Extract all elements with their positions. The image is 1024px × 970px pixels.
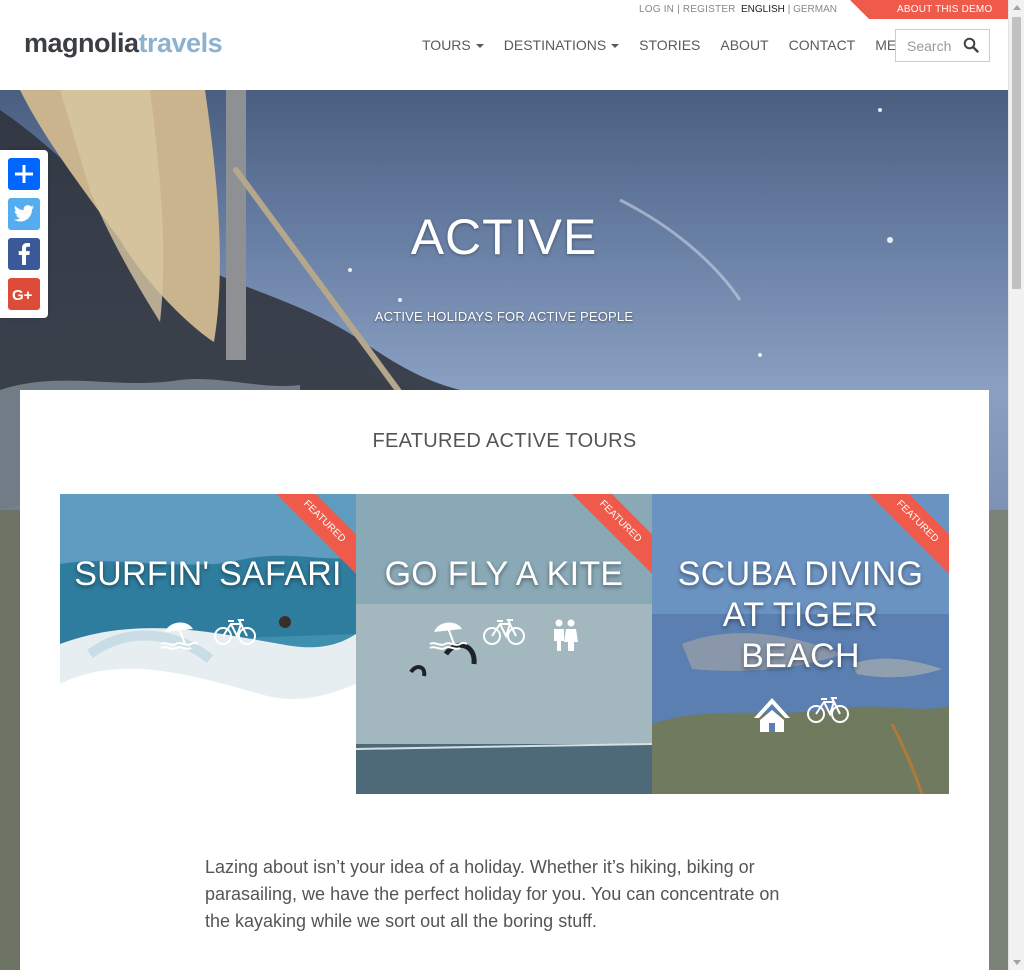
section-title: FEATURED ACTIVE TOURS: [372, 430, 637, 452]
tour-card-scuba-diving[interactable]: SCUBA DIVING AT TIGER BEACH FEATURED: [652, 494, 949, 794]
nav-destinations[interactable]: DESTINATIONS: [503, 37, 620, 53]
nav-tours[interactable]: TOURS: [422, 37, 484, 53]
hero-title: ACTIVE: [410, 209, 598, 265]
content-panel: FEATURED ACTIVE TOURS SURFIN' SAFARI FEA…: [20, 390, 989, 970]
share-icon[interactable]: [8, 158, 40, 190]
language-english[interactable]: ENGLISH: [741, 4, 785, 15]
scrollbar-thumb[interactable]: [1012, 17, 1021, 289]
scroll-down-arrow-icon[interactable]: [1013, 960, 1021, 965]
featured-ribbon: FEATURED: [869, 494, 949, 574]
intro-paragraph: Lazing about isn’t your idea of a holida…: [205, 857, 780, 931]
search-box: [895, 29, 990, 62]
tour-card-go-fly-a-kite[interactable]: GO FLY A KITE FEATURED: [356, 494, 652, 794]
nav-tours-label: TOURS: [422, 37, 471, 53]
featured-badge: FEATURED: [572, 494, 652, 574]
featured-ribbon: FEATURED: [276, 494, 356, 574]
site-logo[interactable]: magnoliatravels: [24, 28, 223, 58]
google-plus-icon[interactable]: G+: [8, 278, 40, 310]
tour-card-icons: [60, 618, 356, 655]
featured-badge: FEATURED: [276, 494, 356, 574]
hero-subtitle: ACTIVE HOLIDAYS FOR ACTIVE PEOPLE: [374, 309, 634, 324]
nav-stories[interactable]: STORIES: [639, 37, 700, 53]
language-separator: |: [787, 4, 791, 15]
nav-about[interactable]: ABOUT: [720, 37, 768, 53]
language-german[interactable]: GERMAN: [793, 4, 837, 15]
login-register-links: LOG IN | REGISTER: [639, 4, 736, 15]
logo-part-magnolia: magnolia: [24, 28, 139, 58]
chevron-down-icon: [475, 43, 484, 48]
main-navigation: TOURS DESTINATIONS STORIES ABOUT CONTACT…: [422, 37, 966, 53]
mountain-cabin-icon: [752, 696, 792, 739]
beach-icon: [159, 618, 199, 655]
nav-destinations-label: DESTINATIONS: [503, 37, 607, 53]
scroll-up-arrow-icon[interactable]: [1013, 5, 1021, 10]
nav-contact[interactable]: CONTACT: [789, 37, 856, 53]
tour-card-icons: [356, 618, 652, 657]
register-link[interactable]: REGISTER: [683, 4, 736, 15]
social-share-bar: G+: [0, 150, 48, 318]
logo-part-travels: travels: [138, 28, 223, 58]
bicycle-icon: [806, 696, 850, 739]
couple-icon: [550, 618, 580, 657]
beach-icon: [428, 618, 468, 657]
featured-tours-grid: SURFIN' SAFARI FEATURED GO FLY A KITE FE…: [60, 494, 949, 794]
featured-ribbon: FEATURED: [572, 494, 652, 574]
tour-card-icons: [652, 696, 949, 739]
about-demo-tab[interactable]: ABOUT THIS DEMO: [850, 0, 1008, 19]
bicycle-icon: [213, 618, 257, 655]
facebook-icon[interactable]: [8, 238, 40, 270]
page-scrollbar[interactable]: [1008, 0, 1024, 970]
language-switcher: ENGLISH | GERMAN: [741, 4, 837, 15]
search-icon[interactable]: [963, 37, 981, 55]
featured-badge: FEATURED: [869, 494, 949, 574]
login-link[interactable]: LOG IN: [639, 4, 674, 15]
tour-card-surfin-safari[interactable]: SURFIN' SAFARI FEATURED: [60, 494, 356, 794]
top-utility-bar: LOG IN | REGISTER ENGLISH | GERMAN ABOUT…: [0, 0, 1008, 22]
search-input[interactable]: [896, 30, 960, 61]
chevron-down-icon: [611, 43, 620, 48]
bicycle-icon: [482, 618, 526, 657]
svg-text:G+: G+: [12, 287, 33, 302]
twitter-icon[interactable]: [8, 198, 40, 230]
login-separator: |: [677, 4, 680, 15]
